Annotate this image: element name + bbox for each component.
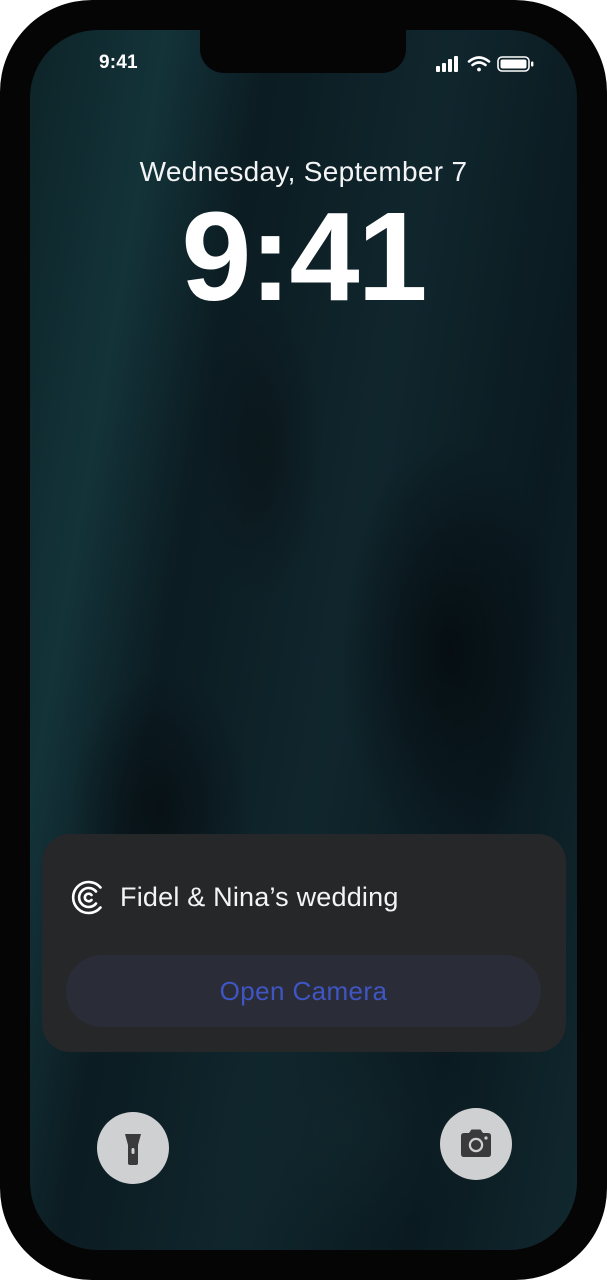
- wifi-icon: [467, 56, 491, 72]
- open-camera-button[interactable]: Open Camera: [66, 955, 541, 1027]
- status-bar-time: 9:41: [99, 52, 138, 73]
- flashlight-icon: [125, 1134, 141, 1165]
- status-bar-icons: [436, 55, 536, 73]
- camera-icon: [461, 1129, 491, 1157]
- lock-screen-clock: 9:41: [181, 186, 427, 327]
- notch: [200, 30, 406, 73]
- battery-icon: [497, 56, 534, 72]
- app-logo-icon: [70, 879, 107, 916]
- widget-title: Fidel & Nina’s wedding: [120, 882, 399, 912]
- camera-button[interactable]: [440, 1108, 512, 1180]
- lock-screen-date: Wednesday, September 7: [139, 156, 468, 187]
- cellular-signal-icon: [436, 56, 458, 72]
- flashlight-button[interactable]: [97, 1112, 169, 1184]
